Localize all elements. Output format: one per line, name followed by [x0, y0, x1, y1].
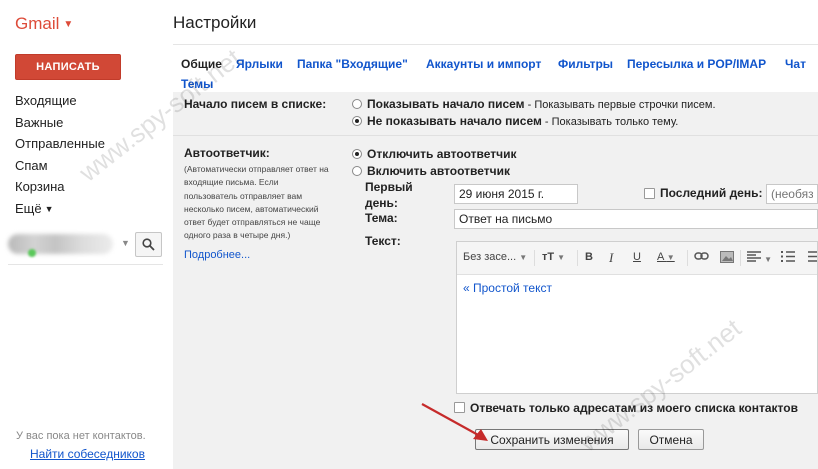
autoresponder-on-radio[interactable]: [352, 166, 362, 176]
find-people-link[interactable]: Найти собеседников: [30, 447, 145, 461]
font-family-value: Без засе...: [463, 251, 517, 263]
tab-chat[interactable]: Чат: [785, 57, 806, 71]
divider: [740, 250, 741, 266]
cancel-button[interactable]: Отмена: [638, 429, 704, 450]
chevron-down-icon: ▼: [519, 253, 528, 262]
font-family-select[interactable]: Без засе... ▼: [463, 251, 527, 263]
nav-item-important[interactable]: Важные: [15, 112, 105, 134]
search-icon: [142, 238, 155, 251]
divider: [687, 250, 688, 266]
divider: [577, 250, 578, 266]
brand-text: Gmail: [15, 14, 60, 33]
link-icon: [694, 252, 709, 260]
chevron-down-icon: ▼: [44, 203, 54, 214]
avatar: [8, 234, 113, 254]
settings-panel: Начало писем в списке: Показывать начало…: [173, 92, 818, 469]
text-color-icon[interactable]: A ▼: [657, 251, 675, 263]
message-editor: Без засе... ▼ тT ▼ B I U A ▼ ▼ « Простой…: [456, 241, 818, 394]
snippets-show-option[interactable]: Показывать начало писем - Показывать пер…: [367, 97, 716, 111]
presence-icon: [28, 249, 36, 257]
align-left-icon: [747, 251, 761, 262]
numbered-list-icon[interactable]: [781, 251, 795, 265]
bulleted-list-icon: [808, 251, 817, 262]
snippets-show-bold: Показывать начало писем: [367, 97, 525, 111]
subject-label: Тема:: [365, 211, 398, 225]
snippets-hide-bold: Не показывать начало писем: [367, 114, 542, 128]
body-label: Текст:: [365, 234, 401, 248]
align-icon[interactable]: ▼: [747, 251, 772, 265]
first-day-input[interactable]: [454, 184, 578, 204]
snippets-hide-desc: - Показывать только тему.: [541, 116, 679, 128]
tab-labels[interactable]: Ярлыки: [236, 57, 283, 71]
nav-item-spam[interactable]: Спам: [15, 155, 105, 177]
gmail-logo[interactable]: Gmail ▼: [15, 14, 73, 34]
chevron-down-icon[interactable]: ▼: [121, 238, 130, 248]
numbered-list-icon: [781, 251, 795, 262]
autoresponder-hint: (Автоматически отправляет ответ на входя…: [184, 164, 329, 241]
last-day-checkbox[interactable]: [644, 188, 655, 199]
bold-icon[interactable]: B: [585, 251, 593, 263]
snippets-hide-radio[interactable]: [352, 116, 362, 126]
snippets-show-radio[interactable]: [352, 99, 362, 109]
image-icon[interactable]: [720, 251, 734, 266]
bulleted-list-icon[interactable]: [803, 251, 817, 265]
autoresponder-off-radio[interactable]: [352, 149, 362, 159]
plain-text-link[interactable]: « Простой текст: [463, 281, 552, 295]
subject-input[interactable]: [454, 209, 818, 229]
underline-icon[interactable]: U: [633, 251, 641, 263]
snippets-hide-option[interactable]: Не показывать начало писем - Показывать …: [367, 114, 678, 128]
autoresponder-off-label: Отключить автоответчик: [367, 147, 517, 161]
last-day-input[interactable]: [766, 184, 818, 204]
snippets-row: Начало писем в списке: Показывать начало…: [173, 92, 818, 136]
divider: [173, 44, 818, 45]
nav-item-more[interactable]: Ещё ▼: [15, 198, 105, 220]
settings-tabs: Общие Ярлыки Папка "Входящие" Аккаунты и…: [173, 50, 818, 92]
page-title: Настройки: [173, 13, 257, 32]
learn-more-link[interactable]: Подробнее...: [184, 249, 250, 261]
tab-inbox[interactable]: Папка "Входящие": [297, 57, 408, 71]
image-icon: [720, 251, 734, 263]
tab-themes[interactable]: Темы: [181, 77, 213, 91]
autoresponder-on-option[interactable]: Включить автоответчик: [367, 164, 510, 178]
folder-list: Входящие Важные Отправленные Спам Корзин…: [15, 90, 105, 220]
save-button[interactable]: Сохранить изменения: [475, 429, 629, 450]
snippets-label: Начало писем в списке:: [184, 97, 327, 111]
editor-toolbar: Без засе... ▼ тT ▼ B I U A ▼ ▼: [457, 242, 817, 275]
contacts-only-checkbox[interactable]: [454, 402, 465, 413]
nav-item-inbox[interactable]: Входящие: [15, 90, 105, 112]
last-day-label: Последний день:: [660, 186, 763, 200]
message-body-textarea[interactable]: [457, 296, 817, 393]
italic-icon[interactable]: I: [609, 250, 613, 266]
tab-accounts[interactable]: Аккаунты и импорт: [426, 57, 541, 71]
nav-item-sent[interactable]: Отправленные: [15, 133, 105, 155]
tab-forwarding[interactable]: Пересылка и POP/IMAP: [627, 57, 766, 71]
first-day-label: Первый день:: [365, 180, 413, 210]
contacts-only-label: Отвечать только адресатам из моего списк…: [470, 401, 798, 415]
chevron-down-icon: ▼: [63, 19, 74, 30]
tab-general[interactable]: Общие: [181, 57, 222, 71]
divider: [534, 250, 535, 266]
autoresponder-label: Автоответчик:: [184, 146, 270, 160]
link-icon[interactable]: [694, 251, 709, 264]
font-size-icon[interactable]: тT ▼: [542, 251, 565, 263]
nav-more-label: Ещё: [15, 200, 42, 216]
tab-filters[interactable]: Фильтры: [558, 57, 613, 71]
autoresponder-on-label: Включить автоответчик: [367, 164, 510, 178]
no-contacts-text: У вас пока нет контактов.: [16, 430, 146, 442]
divider: [8, 264, 163, 265]
compose-button[interactable]: НАПИСАТЬ: [15, 54, 121, 80]
nav-item-trash[interactable]: Корзина: [15, 176, 105, 198]
autoresponder-off-option[interactable]: Отключить автоответчик: [367, 147, 517, 161]
search-people-button[interactable]: [135, 232, 162, 257]
snippets-show-desc: - Показывать первые строчки писем.: [524, 99, 716, 111]
